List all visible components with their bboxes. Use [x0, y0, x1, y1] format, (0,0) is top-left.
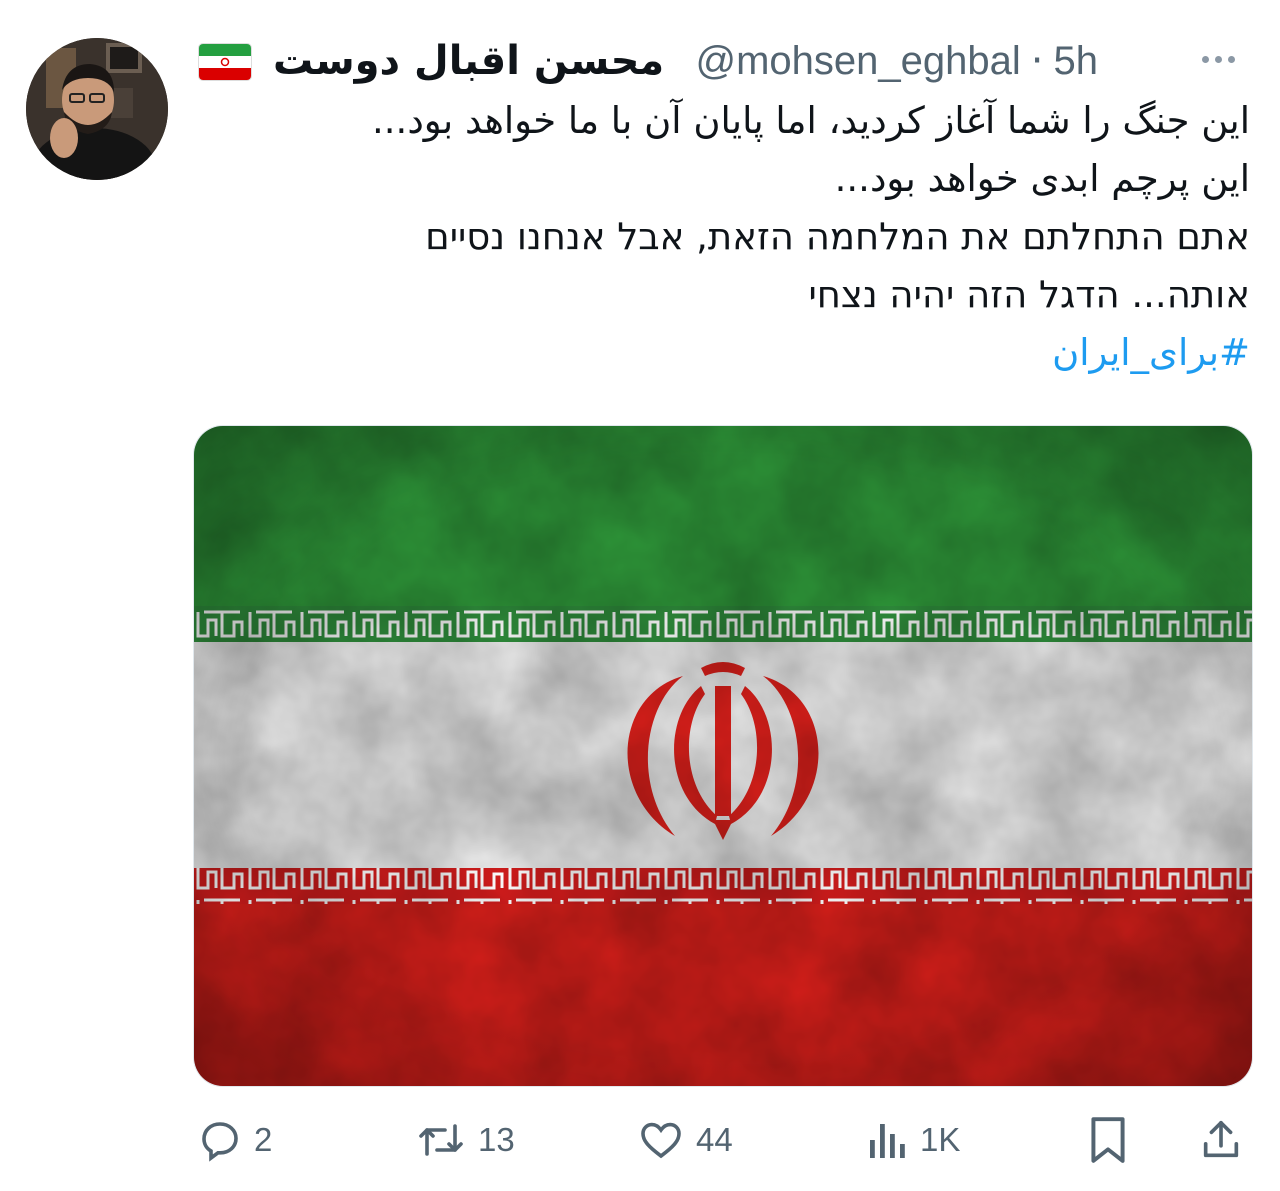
more-options-icon[interactable] [1196, 44, 1240, 74]
tweet-actions: 2 13 44 1K [190, 1110, 1250, 1170]
iran-flag-icon [199, 44, 251, 80]
reply-icon [202, 1122, 238, 1162]
reply-count: 2 [254, 1121, 273, 1158]
tweet-text: این جنگ را شما آغاز کردید، اما پایان آن … [210, 92, 1250, 382]
like-button[interactable]: 44 [636, 1110, 733, 1170]
like-count: 44 [696, 1121, 733, 1158]
tweet-line: این پرچم ابدی خواهد بود... [834, 157, 1250, 200]
share-button[interactable] [1198, 1110, 1244, 1170]
hashtag-link[interactable]: #برای_ایران [210, 324, 1250, 382]
meta-separator: · [1030, 38, 1044, 84]
author-avatar[interactable] [26, 38, 168, 180]
tweet-meta: @mohsen_eghbal · 5h [696, 36, 1099, 86]
share-icon [1203, 1120, 1239, 1158]
bookmark-button[interactable] [1086, 1110, 1130, 1170]
retweet-count: 13 [478, 1121, 515, 1158]
tweet-line: אתם התחלתם את המלחמה הזאת, אבל אנחנו נסי… [425, 215, 1250, 258]
tweet-timestamp[interactable]: 5h [1054, 39, 1099, 84]
retweet-button[interactable]: 13 [414, 1110, 515, 1170]
tweet-line: אותה... הדגל הזה יהיה נצחי [808, 273, 1250, 316]
tweet-line: این جنگ را شما آغاز کردید، اما پایان آن … [372, 99, 1250, 142]
tweet-media-image[interactable] [193, 425, 1253, 1087]
reply-button[interactable]: 2 [196, 1110, 272, 1170]
views-button[interactable]: 1K [866, 1110, 960, 1170]
views-icon [870, 1124, 905, 1158]
author-display-name[interactable]: محسن اقبال دوست [273, 36, 664, 86]
iran-flag-image [194, 426, 1252, 1086]
heart-icon [641, 1122, 681, 1159]
view-count: 1K [920, 1121, 961, 1158]
author-handle[interactable]: @mohsen_eghbal [696, 39, 1021, 84]
tweet-header: محسن اقبال دوست @mohsen_eghbal · 5h [195, 36, 1240, 86]
bookmark-icon [1091, 1117, 1125, 1163]
retweet-icon [419, 1124, 463, 1156]
